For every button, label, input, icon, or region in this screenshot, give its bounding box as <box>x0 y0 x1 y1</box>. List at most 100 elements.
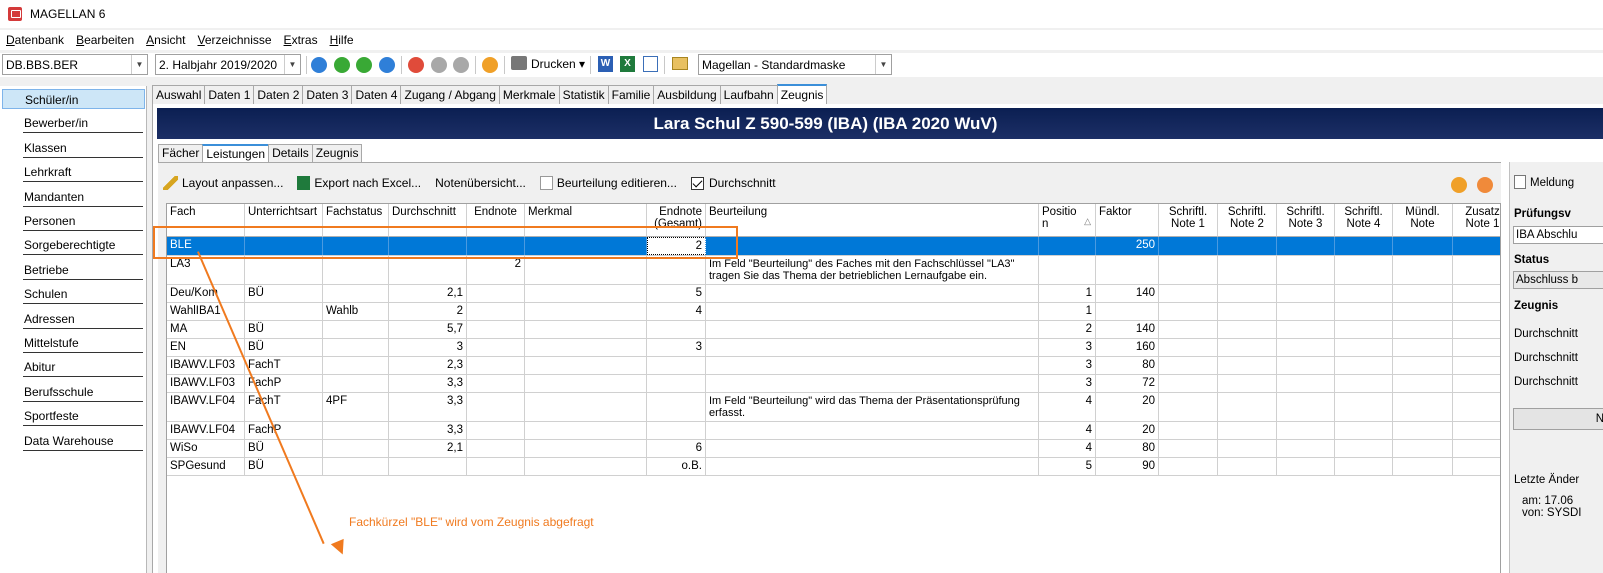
cell-fk[interactable] <box>1096 256 1159 284</box>
cell-zn[interactable] <box>1453 285 1500 302</box>
cell-fk[interactable]: 20 <box>1096 393 1159 421</box>
cell-bt[interactable] <box>706 237 1039 255</box>
cell-mm[interactable] <box>525 285 647 302</box>
cell-s4[interactable] <box>1335 285 1393 302</box>
cell-en[interactable] <box>467 339 525 356</box>
cell-eg[interactable] <box>647 393 706 421</box>
cell-fs[interactable] <box>323 440 389 457</box>
confirm-icon[interactable] <box>1451 177 1467 193</box>
cell-pos[interactable]: 4 <box>1039 440 1096 457</box>
cell-en[interactable] <box>467 303 525 320</box>
mask-combo[interactable]: Magellan - Standardmaske ▼ <box>698 54 892 75</box>
cell-fs[interactable] <box>323 422 389 439</box>
cell-ua[interactable]: BÜ <box>245 339 323 356</box>
notenuebersicht-button[interactable]: Notenübersicht... <box>435 176 526 190</box>
cell-ds[interactable] <box>389 256 467 284</box>
cell-bt[interactable] <box>706 303 1039 320</box>
sidebar-item-betriebe[interactable]: Betriebe <box>23 260 143 280</box>
cell-zn[interactable] <box>1453 393 1500 421</box>
cell-en[interactable] <box>467 458 525 475</box>
table-row[interactable]: LA3 2 Im Feld "Beurteilung" des Faches mit… <box>167 256 1500 285</box>
cell-pos[interactable]: 4 <box>1039 422 1096 439</box>
cell-s2[interactable] <box>1218 339 1277 356</box>
cell-s1[interactable] <box>1159 375 1218 392</box>
table-row[interactable]: IBAWV.LF03 FachT 2,3 3 80 <box>167 357 1500 375</box>
cell-zn[interactable] <box>1453 458 1500 475</box>
sidebar-item-mittelstufe[interactable]: Mittelstufe <box>23 333 143 353</box>
sidebar-item-personen[interactable]: Personen <box>23 211 143 231</box>
cell-bt[interactable] <box>706 422 1039 439</box>
cell-fk[interactable]: 80 <box>1096 440 1159 457</box>
cell-zn[interactable] <box>1453 357 1500 374</box>
beurteilung-edit-button[interactable]: Beurteilung editieren... <box>539 176 677 190</box>
column-header-mn[interactable]: Mündl. Note <box>1393 204 1453 237</box>
cell-ds[interactable]: 2,3 <box>389 357 467 374</box>
cell-fs[interactable] <box>323 357 389 374</box>
cell-en[interactable] <box>467 375 525 392</box>
cell-fach[interactable]: IBAWV.LF03 <box>167 357 245 374</box>
cell-pos[interactable] <box>1039 237 1096 255</box>
cell-fs[interactable] <box>323 256 389 284</box>
cell-fs[interactable] <box>323 321 389 338</box>
cell-eg[interactable]: o.B. <box>647 458 706 475</box>
sidebar-item-berufsschule[interactable]: Berufsschule <box>23 382 143 402</box>
cell-mm[interactable] <box>525 422 647 439</box>
nav-prev-icon[interactable] <box>334 57 350 73</box>
cell-fach[interactable]: EN <box>167 339 245 356</box>
table-row[interactable]: WahlIBA1 Wahlb 2 4 1 <box>167 303 1500 321</box>
durchschnitt-checkbox[interactable]: Durchschnitt <box>690 176 776 190</box>
tab-daten-3[interactable]: Daten 3 <box>302 85 353 104</box>
cell-mn[interactable] <box>1393 321 1453 338</box>
document-icon[interactable] <box>643 56 658 72</box>
cell-mm[interactable] <box>525 393 647 421</box>
cell-mn[interactable] <box>1393 440 1453 457</box>
subtab-leistungen[interactable]: Leistungen <box>202 144 270 162</box>
sidebar-item-adressen[interactable]: Adressen <box>23 309 143 329</box>
cell-fach[interactable]: Deu/Kom <box>167 285 245 302</box>
cell-mn[interactable] <box>1393 303 1453 320</box>
cell-bt[interactable] <box>706 458 1039 475</box>
cell-en[interactable]: 2 <box>467 256 525 284</box>
cell-mm[interactable] <box>525 303 647 320</box>
period-combo[interactable]: 2. Halbjahr 2019/2020 ▼ <box>155 54 301 75</box>
subtab-zeugnis[interactable]: Zeugnis <box>311 144 363 162</box>
cell-bt[interactable] <box>706 375 1039 392</box>
cell-eg[interactable] <box>647 256 706 284</box>
cell-s2[interactable] <box>1218 357 1277 374</box>
status-field[interactable]: Abschluss b <box>1513 271 1603 289</box>
column-header-fk[interactable]: Faktor <box>1096 204 1159 237</box>
cell-mm[interactable] <box>525 357 647 374</box>
cell-zn[interactable] <box>1453 339 1500 356</box>
cell-eg[interactable]: 4 <box>647 303 706 320</box>
cell-s3[interactable] <box>1277 285 1335 302</box>
cell-mn[interactable] <box>1393 458 1453 475</box>
cell-ds[interactable]: 3,3 <box>389 422 467 439</box>
database-combo[interactable]: DB.BBS.BER ▼ <box>2 54 148 75</box>
cell-en[interactable] <box>467 357 525 374</box>
tab-merkmale[interactable]: Merkmale <box>498 85 560 104</box>
cell-ua[interactable]: BÜ <box>245 458 323 475</box>
delete-icon[interactable] <box>453 57 469 73</box>
cell-en[interactable] <box>467 393 525 421</box>
folder-icon[interactable] <box>672 57 688 70</box>
cell-fach[interactable]: IBAWV.LF04 <box>167 393 245 421</box>
cell-s4[interactable] <box>1335 422 1393 439</box>
column-header-pos[interactable]: Positio n △ <box>1039 204 1096 237</box>
cell-zn[interactable] <box>1453 256 1500 284</box>
cell-s2[interactable] <box>1218 422 1277 439</box>
tab-daten-2[interactable]: Daten 2 <box>253 85 304 104</box>
cell-pos[interactable]: 3 <box>1039 375 1096 392</box>
tab-ausbildung[interactable]: Ausbildung <box>653 85 721 104</box>
cell-s2[interactable] <box>1218 285 1277 302</box>
cell-s1[interactable] <box>1159 285 1218 302</box>
cell-fk[interactable]: 140 <box>1096 321 1159 338</box>
cell-s1[interactable] <box>1159 393 1218 421</box>
cell-ds[interactable]: 2 <box>389 303 467 320</box>
menu-datenbank[interactable]: Datenbank <box>6 33 64 47</box>
cell-bt[interactable] <box>706 285 1039 302</box>
cell-s2[interactable] <box>1218 237 1277 255</box>
cell-ua[interactable] <box>245 256 323 284</box>
cell-s3[interactable] <box>1277 303 1335 320</box>
chevron-down-icon[interactable]: ▼ <box>875 55 891 74</box>
table-row[interactable]: WiSo BÜ 2,1 6 4 80 <box>167 440 1500 458</box>
